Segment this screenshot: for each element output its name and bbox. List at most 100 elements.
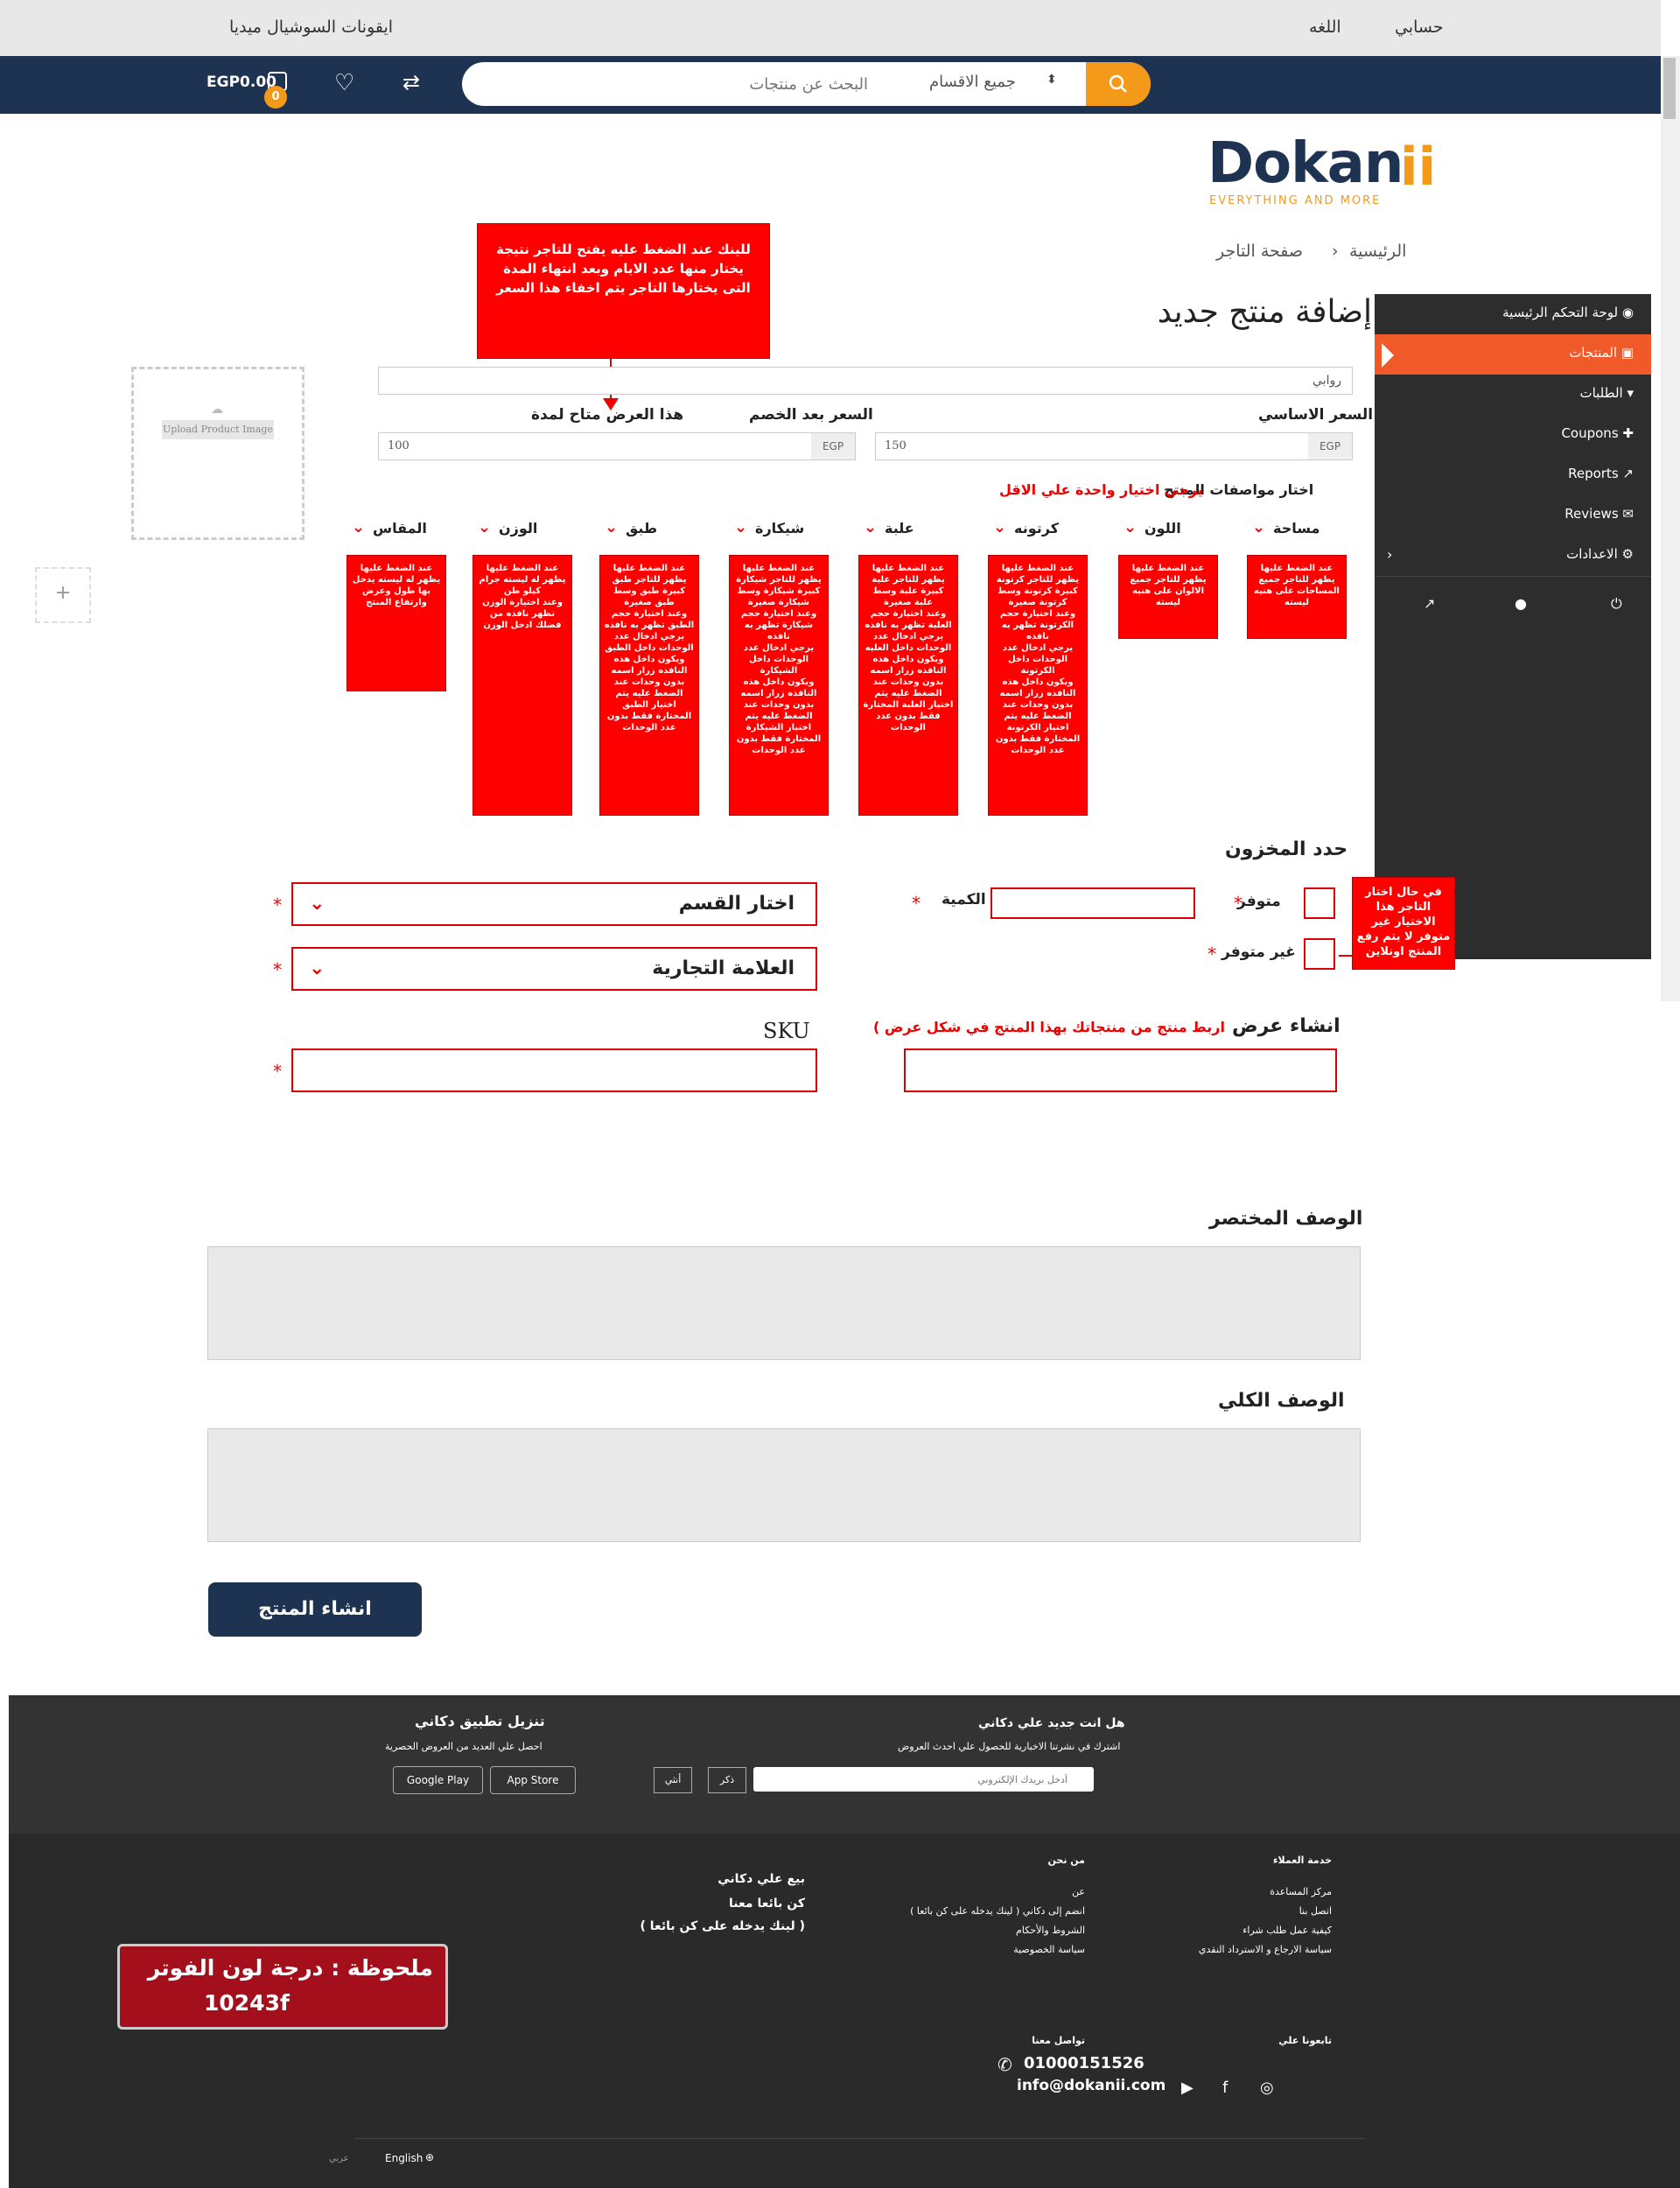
male-button[interactable]: ذكر	[708, 1767, 746, 1793]
chevron-down-icon[interactable]: ⌄	[605, 518, 618, 536]
offer-note: اربط منتج من منتجاتك بهذا المنتج في شكل …	[873, 1019, 1225, 1035]
sidebar-item-label: الطلبات	[1579, 385, 1623, 401]
user-icon[interactable]: ●	[1515, 595, 1527, 612]
sidebar-item-settings[interactable]: الاعدادات ⚙	[1375, 536, 1651, 576]
briefcase-icon: ▣	[1620, 345, 1634, 361]
phone-number[interactable]: 01000151526	[1024, 2054, 1144, 2072]
google-play-button[interactable]: Google Play	[393, 1766, 483, 1794]
chevron-down-icon[interactable]: ⌄	[1124, 518, 1137, 536]
attribute-label[interactable]: اللون	[1144, 520, 1181, 536]
chevron-down-icon[interactable]: ⌄	[993, 518, 1006, 536]
offer-product-input[interactable]	[904, 1048, 1337, 1092]
compare-icon[interactable]: ⇄	[402, 70, 420, 95]
power-icon[interactable]: ⏻	[1611, 595, 1622, 613]
sidebar-item-label: المنتجات	[1569, 345, 1618, 361]
out-of-stock-callout: في حال اختار التاجر هذا الاختيار غير متو…	[1352, 877, 1455, 970]
full-description-input[interactable]	[207, 1428, 1361, 1542]
app-store-button[interactable]: App Store	[490, 1766, 576, 1794]
phone-icon: ✆	[998, 2054, 1012, 2075]
short-description-input[interactable]	[207, 1246, 1361, 1360]
footer-link[interactable]: سياسة الارجاع و الاسترداد النقدي	[1199, 1940, 1332, 1960]
newsletter-email-input[interactable]	[753, 1767, 1094, 1792]
search-input[interactable]	[483, 71, 868, 97]
uk-flag-icon: ⊕	[425, 2151, 435, 2163]
language-english[interactable]: English	[385, 2152, 423, 2164]
sale-price-value: 100	[388, 439, 410, 452]
sidebar-item-products[interactable]: المنتجات ▣	[1375, 334, 1651, 375]
language-link[interactable]: اللغه	[1309, 18, 1341, 37]
quantity-input[interactable]	[990, 887, 1195, 919]
create-product-button[interactable]: انشاء المنتج	[208, 1582, 422, 1637]
seller-link-note: ( لينك يدخله على كن بائعا )	[640, 1919, 805, 1933]
account-link[interactable]: حسابي	[1395, 18, 1444, 37]
attribute-label[interactable]: كرتونه	[1014, 520, 1059, 536]
required-star: *	[273, 1061, 282, 1082]
youtube-icon[interactable]: ▶	[1181, 2079, 1194, 2097]
scrollbar-thumb[interactable]	[1663, 58, 1676, 119]
cart-total[interactable]: EGP0.00	[206, 74, 276, 91]
sidebar-item-coupons[interactable]: Coupons ✚	[1375, 415, 1651, 455]
contact-email[interactable]: info@dokanii.com	[1017, 2077, 1166, 2094]
about-title: من نحن	[1047, 1855, 1086, 1866]
sidebar-item-orders[interactable]: الطلبات ▾	[1375, 375, 1651, 415]
logo-bag-icon: ii	[1400, 137, 1437, 198]
footer-link[interactable]: الشروط والأحكام	[910, 1921, 1085, 1940]
female-button[interactable]: أنثي	[654, 1767, 692, 1793]
category-select[interactable]: اختار القسم ⌄	[291, 882, 817, 926]
sale-price-field[interactable]: EGP 100	[378, 432, 856, 460]
cart-count-badge: 0	[264, 86, 287, 109]
sidebar-item-label: الاعدادات	[1566, 546, 1618, 562]
wishlist-icon[interactable]: ♡	[334, 70, 354, 96]
footer-link[interactable]: اتصل بنا	[1199, 1902, 1332, 1921]
quantity-label: الكمية	[942, 891, 986, 908]
in-stock-checkbox[interactable]	[1304, 887, 1335, 919]
external-link-icon[interactable]: ↗	[1424, 595, 1435, 612]
full-description-title: الوصف الكلي	[1218, 1390, 1345, 1412]
search-icon	[1109, 74, 1127, 93]
base-price-field[interactable]: EGP 150	[875, 432, 1353, 460]
chevron-down-icon[interactable]: ⌄	[734, 518, 747, 536]
chevron-down-icon[interactable]: ⌄	[1252, 518, 1265, 536]
footer-link[interactable]: سياسة الخصوصية	[910, 1940, 1085, 1960]
chevron-down-icon[interactable]: ⌄	[478, 518, 491, 536]
required-star: *	[1208, 943, 1216, 964]
breadcrumb-home[interactable]: الرئيسية	[1349, 242, 1406, 261]
attribute-label[interactable]: شيكارة	[755, 520, 804, 536]
chart-icon: ↗	[1622, 466, 1634, 481]
cloud-icon: ☁	[211, 403, 223, 417]
become-seller-link[interactable]: كن بائعا معنا	[729, 1897, 805, 1911]
dashboard-icon: ◉	[1621, 305, 1634, 320]
search-button[interactable]	[1086, 62, 1151, 106]
product-name-input[interactable]	[378, 367, 1353, 395]
out-of-stock-label: غير متوفر	[1222, 943, 1296, 961]
add-image-button[interactable]: +	[35, 567, 91, 623]
offer-link-callout: للينك عند الضغط عليه يفتح للتاجر نتيجة ي…	[477, 223, 770, 359]
facebook-icon[interactable]: f	[1222, 2079, 1228, 2097]
out-of-stock-checkbox[interactable]	[1304, 938, 1335, 970]
footer-link[interactable]: مركز المساعدة	[1199, 1883, 1332, 1902]
attribute-label[interactable]: الوزن	[499, 520, 537, 536]
upload-button[interactable]: Upload Product Image	[162, 420, 274, 439]
instagram-icon[interactable]: ◎	[1260, 2079, 1274, 2097]
footer-link[interactable]: كيفية عمل طلب شراء	[1199, 1921, 1332, 1940]
chevron-down-icon[interactable]: ⌄	[864, 518, 877, 536]
attribute-label[interactable]: المقاس	[373, 520, 427, 536]
site-logo[interactable]: Dokan ii EVERYTHING AND MORE	[1206, 131, 1451, 219]
sidebar-item-reviews[interactable]: Reviews ✉	[1375, 495, 1651, 536]
attribute-label[interactable]: طبق	[626, 520, 657, 536]
product-image-upload[interactable]: Upload Product Image ☁	[131, 367, 304, 540]
sidebar-item-dashboard[interactable]: لوحة التحكم الرئيسية ◉	[1375, 294, 1651, 334]
scrollbar[interactable]	[1661, 56, 1680, 1001]
sku-input[interactable]	[291, 1048, 817, 1092]
chevron-down-icon[interactable]: ⌄	[352, 518, 365, 536]
in-stock-label: متوفر	[1237, 893, 1281, 910]
footer-link[interactable]: عن	[910, 1883, 1085, 1902]
sidebar-item-reports[interactable]: Reports ↗	[1375, 455, 1651, 495]
category-select[interactable]: جميع الاقسام	[929, 73, 1016, 91]
attribute-label[interactable]: مساحة	[1273, 520, 1320, 536]
language-arabic[interactable]: عربي	[329, 2154, 349, 2163]
chevron-right-icon[interactable]: ›	[1387, 546, 1392, 563]
footer-link[interactable]: انضم إلى دكاني ( لينك يدخله على كن بائعا…	[910, 1902, 1085, 1921]
brand-select[interactable]: العلامة التجارية ⌄	[291, 947, 817, 991]
attribute-label[interactable]: علبة	[885, 520, 914, 536]
